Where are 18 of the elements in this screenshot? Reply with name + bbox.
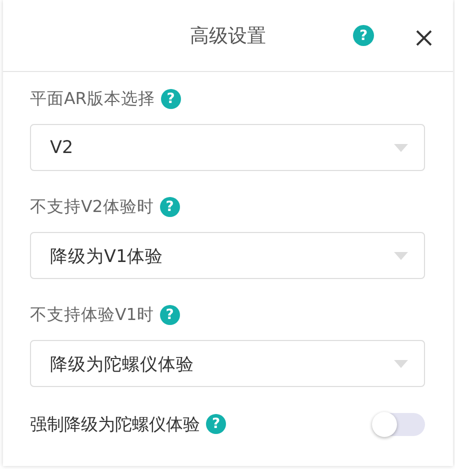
- dropdown-field[interactable]: 降级为V1体验: [30, 232, 425, 279]
- dropdown-field[interactable]: V2: [30, 124, 425, 171]
- field-label: 平面AR版本选择: [30, 88, 155, 110]
- help-icon[interactable]: ?: [160, 89, 181, 109]
- field-label: 强制降级为陀螺仪体验: [30, 414, 200, 436]
- help-icon[interactable]: ?: [160, 197, 180, 217]
- dialog-title: 高级设置: [190, 24, 266, 48]
- close-icon[interactable]: [416, 30, 432, 46]
- dropdown-field[interactable]: 降级为陀螺仪体验: [30, 340, 425, 387]
- caret-icon: [394, 252, 408, 260]
- toggle-switch[interactable]: [373, 412, 425, 436]
- help-icon[interactable]: ?: [160, 305, 180, 325]
- field-label: 不支持体验V1时: [30, 304, 154, 326]
- field-label: 不支持V2体验时: [30, 196, 154, 218]
- caret-icon: [394, 360, 408, 368]
- caret-icon: [394, 144, 408, 152]
- help-icon[interactable]: ?: [206, 414, 226, 434]
- help-icon[interactable]: ?: [353, 25, 374, 46]
